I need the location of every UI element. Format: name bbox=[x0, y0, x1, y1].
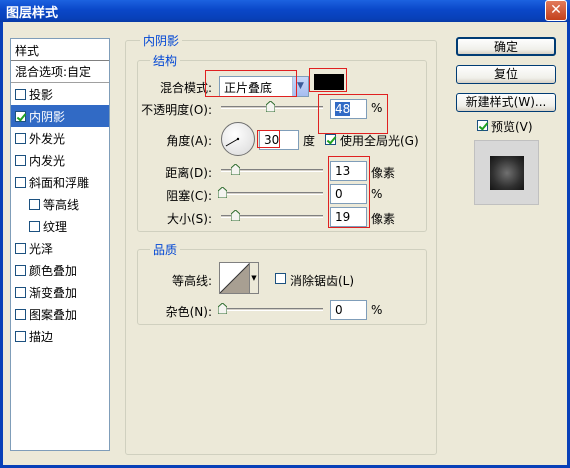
inner-shadow-title: 内阴影 bbox=[140, 32, 183, 49]
sidebar-item[interactable]: 描边 bbox=[11, 325, 109, 347]
sidebar-item-checkbox[interactable] bbox=[29, 198, 40, 210]
sidebar-item[interactable]: 纹理 bbox=[11, 215, 109, 237]
angle-unit: 度 bbox=[303, 134, 316, 148]
sidebar-item-label: 光泽 bbox=[29, 241, 54, 256]
opacity-slider-thumb[interactable] bbox=[265, 101, 275, 112]
noise-input[interactable]: 0 bbox=[330, 300, 367, 320]
noise-label: 杂色(N): bbox=[165, 305, 212, 319]
sidebar-item-label: 斜面和浮雕 bbox=[29, 175, 90, 190]
sidebar-item[interactable]: 混合选项:自定 bbox=[11, 61, 109, 83]
style-preview-thumbnail bbox=[490, 156, 524, 190]
new-style-button[interactable]: 新建样式(W)... bbox=[456, 93, 556, 112]
sidebar-item[interactable]: 等高线 bbox=[11, 193, 109, 215]
quality-title: 品质 bbox=[150, 241, 181, 258]
sidebar-item-checkbox[interactable] bbox=[15, 308, 26, 320]
sidebar-item-label: 内发光 bbox=[29, 153, 66, 168]
distance-label: 距离(D): bbox=[165, 166, 212, 180]
sidebar-item[interactable]: 颜色叠加 bbox=[11, 259, 109, 281]
highlight-blend-mode bbox=[205, 70, 297, 97]
anti-alias-checkbox[interactable] bbox=[275, 273, 286, 284]
close-icon: ✕ bbox=[550, 2, 562, 18]
choke-unit: % bbox=[371, 187, 383, 201]
reset-button[interactable]: 复位 bbox=[456, 65, 556, 84]
style-list: 样式 混合选项:自定投影内阴影外发光内发光斜面和浮雕等高线纹理光泽颜色叠加渐变叠… bbox=[10, 38, 110, 451]
style-preview bbox=[474, 140, 539, 205]
sidebar-item-label: 图案叠加 bbox=[29, 307, 78, 322]
highlight-color bbox=[309, 68, 347, 92]
title-bar: 图层样式 ✕ bbox=[0, 0, 570, 22]
sidebar-item-label: 外发光 bbox=[29, 131, 66, 146]
sidebar-item-checkbox[interactable] bbox=[15, 176, 26, 188]
highlight-angle bbox=[257, 130, 280, 148]
contour-label: 等高线: bbox=[171, 274, 212, 288]
distance-slider-thumb[interactable] bbox=[231, 164, 240, 175]
contour-preview-icon bbox=[220, 263, 250, 293]
sidebar-item-checkbox[interactable] bbox=[15, 88, 26, 100]
sidebar-item-label: 渐变叠加 bbox=[29, 285, 78, 300]
sidebar-item-label: 描边 bbox=[29, 329, 54, 344]
sidebar-item-label: 颜色叠加 bbox=[29, 263, 78, 278]
opacity-label: 不透明度(O): bbox=[141, 103, 212, 117]
angle-label: 角度(A): bbox=[166, 134, 212, 148]
noise-value: 0 bbox=[335, 303, 343, 317]
sidebar-item-checkbox[interactable] bbox=[15, 132, 26, 144]
contour-picker[interactable]: ▼ bbox=[219, 262, 259, 294]
global-light-label[interactable]: 使用全局光(G) bbox=[340, 132, 419, 149]
angle-dial[interactable] bbox=[221, 122, 255, 156]
sidebar-item[interactable]: 光泽 bbox=[11, 237, 109, 259]
anti-alias-label[interactable]: 消除锯齿(L) bbox=[290, 272, 354, 289]
blend-mode-label: 混合模式: bbox=[159, 81, 212, 95]
sidebar-item-checkbox[interactable] bbox=[15, 242, 26, 254]
size-label: 大小(S): bbox=[166, 212, 212, 226]
sidebar-item-checkbox[interactable] bbox=[15, 110, 26, 122]
choke-label: 阻塞(C): bbox=[166, 189, 212, 203]
sidebar-item-label: 混合选项:自定 bbox=[15, 65, 92, 79]
sidebar-item[interactable]: 斜面和浮雕 bbox=[11, 171, 109, 193]
contour-dropdown-icon[interactable]: ▼ bbox=[249, 263, 258, 293]
close-button[interactable]: ✕ bbox=[545, 0, 567, 21]
structure-title: 结构 bbox=[150, 52, 181, 69]
window-title: 图层样式 bbox=[6, 6, 59, 21]
noise-slider-thumb[interactable] bbox=[218, 303, 227, 314]
size-unit: 像素 bbox=[371, 212, 396, 226]
sidebar-item-label: 等高线 bbox=[43, 197, 80, 212]
preview-label[interactable]: 预览(V) bbox=[491, 118, 533, 135]
highlight-distance-size bbox=[328, 156, 370, 228]
size-slider-thumb[interactable] bbox=[231, 210, 240, 221]
noise-slider-track[interactable] bbox=[221, 308, 323, 311]
choke-slider-thumb[interactable] bbox=[218, 187, 227, 198]
sidebar-item[interactable]: 图案叠加 bbox=[11, 303, 109, 325]
sidebar-item[interactable]: 投影 bbox=[11, 83, 109, 105]
angle-dial-needle bbox=[225, 137, 240, 147]
sidebar-item-checkbox[interactable] bbox=[15, 264, 26, 276]
style-list-header[interactable]: 样式 bbox=[11, 39, 109, 61]
sidebar-item-label: 投影 bbox=[29, 87, 54, 102]
noise-unit: % bbox=[371, 303, 383, 317]
sidebar-item[interactable]: 外发光 bbox=[11, 127, 109, 149]
highlight-opacity bbox=[318, 94, 388, 134]
sidebar-item-label: 纹理 bbox=[43, 219, 68, 234]
preview-checkbox[interactable] bbox=[477, 120, 488, 131]
ok-button[interactable]: 确定 bbox=[456, 37, 556, 56]
sidebar-item[interactable]: 内发光 bbox=[11, 149, 109, 171]
sidebar-item-checkbox[interactable] bbox=[15, 330, 26, 342]
global-light-checkbox[interactable] bbox=[325, 134, 336, 145]
sidebar-item-checkbox[interactable] bbox=[15, 286, 26, 298]
distance-unit: 像素 bbox=[371, 166, 396, 180]
sidebar-item-label: 内阴影 bbox=[29, 109, 66, 124]
choke-slider-track[interactable] bbox=[221, 192, 323, 195]
sidebar-item[interactable]: 渐变叠加 bbox=[11, 281, 109, 303]
sidebar-item-checkbox[interactable] bbox=[29, 220, 40, 232]
sidebar-item-checkbox[interactable] bbox=[15, 154, 26, 166]
sidebar-item[interactable]: 内阴影 bbox=[11, 105, 109, 127]
